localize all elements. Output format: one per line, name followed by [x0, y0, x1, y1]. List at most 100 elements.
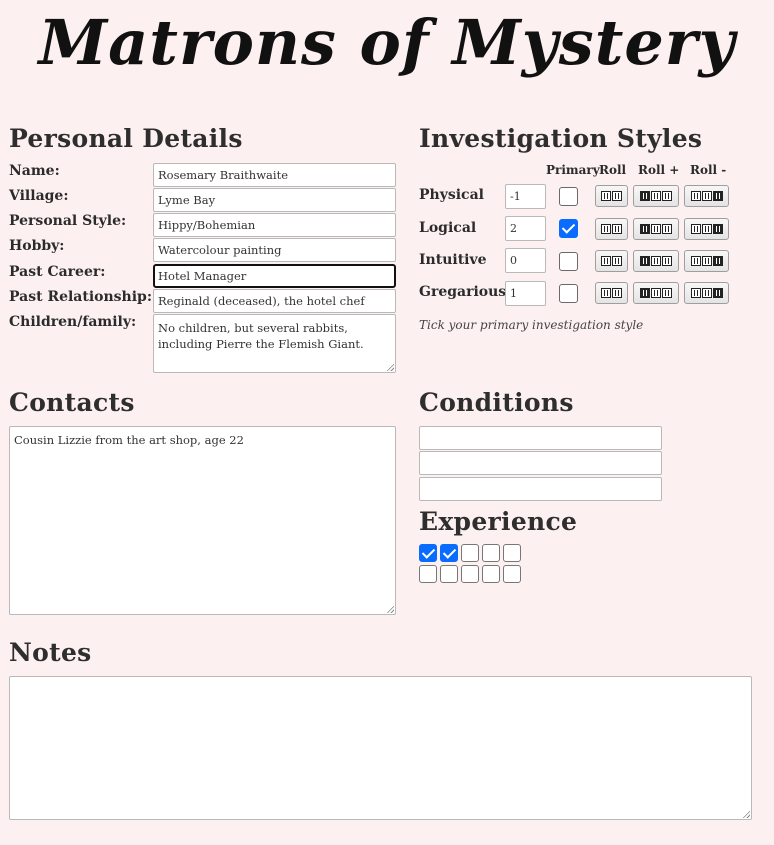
die-icon — [640, 191, 650, 201]
die-icon — [712, 256, 723, 266]
intuitive-roll-plus-button[interactable] — [633, 250, 679, 272]
gregarious-roll-minus-button[interactable] — [684, 282, 729, 304]
past-relationship-label: Past Relationship: — [9, 289, 153, 305]
die-icon — [701, 191, 712, 201]
experience-checkbox[interactable] — [440, 544, 458, 562]
die-icon — [690, 288, 701, 298]
intuitive-roll-minus-button[interactable] — [684, 250, 729, 272]
logical-roll-plus-button[interactable] — [633, 218, 679, 240]
die-icon — [651, 191, 661, 201]
gregarious-primary-checkbox[interactable] — [559, 284, 578, 303]
gregarious-label: Gregarious — [419, 284, 507, 300]
die-icon — [612, 191, 622, 201]
die-icon — [712, 191, 723, 201]
experience-heading: Experience — [419, 507, 578, 536]
condition-field[interactable] — [419, 477, 662, 501]
village-label: Village: — [9, 188, 69, 204]
experience-checkbox[interactable] — [482, 544, 500, 562]
die-icon — [601, 224, 611, 234]
physical-roll-button[interactable] — [595, 185, 628, 207]
contacts-textarea[interactable]: Cousin Lizzie from the art shop, age 22 — [9, 426, 396, 615]
die-icon — [640, 256, 650, 266]
experience-checkbox[interactable] — [503, 565, 521, 583]
die-icon — [662, 224, 672, 234]
resize-grip-icon[interactable] — [386, 363, 394, 371]
personal-details-heading: Personal Details — [9, 124, 243, 153]
experience-checkbox[interactable] — [419, 544, 437, 562]
logical-roll-button[interactable] — [595, 218, 628, 240]
logical-label: Logical — [419, 220, 477, 236]
physical-label: Physical — [419, 187, 484, 203]
experience-checkbox[interactable] — [440, 565, 458, 583]
die-icon — [640, 224, 650, 234]
physical-primary-checkbox[interactable] — [559, 187, 578, 206]
gregarious-roll-plus-button[interactable] — [633, 282, 679, 304]
past-relationship-field[interactable]: Reginald (deceased), the hotel chef — [153, 289, 396, 313]
intuitive-value-input[interactable]: 0 — [505, 248, 546, 273]
name-label: Name: — [9, 163, 60, 179]
children-family-textarea[interactable]: No children, but several rabbits, includ… — [153, 314, 396, 373]
hobby-label: Hobby: — [9, 238, 65, 254]
hobby-field[interactable]: Watercolour painting — [153, 238, 396, 262]
die-icon — [640, 288, 650, 298]
investigation-hint: Tick your primary investigation style — [419, 318, 644, 332]
resize-grip-icon[interactable] — [742, 810, 750, 818]
past-career-label: Past Career: — [9, 264, 106, 280]
die-icon — [612, 224, 622, 234]
roll-minus-column-header: Roll - — [690, 163, 727, 177]
die-icon — [651, 224, 661, 234]
intuitive-roll-button[interactable] — [595, 250, 628, 272]
intuitive-label: Intuitive — [419, 252, 487, 268]
die-icon — [701, 224, 712, 234]
die-icon — [701, 288, 712, 298]
roll-plus-column-header: Roll + — [638, 163, 680, 177]
die-icon — [651, 288, 661, 298]
experience-checkbox[interactable] — [461, 544, 479, 562]
village-field[interactable]: Lyme Bay — [153, 188, 396, 212]
past-career-field[interactable]: Hotel Manager — [153, 264, 396, 288]
physical-roll-plus-button[interactable] — [633, 185, 679, 207]
physical-value-input[interactable]: -1 — [505, 184, 546, 209]
die-icon — [601, 288, 611, 298]
investigation-styles-heading: Investigation Styles — [419, 124, 703, 153]
die-icon — [690, 256, 701, 266]
logical-primary-checkbox[interactable] — [559, 219, 578, 238]
page-title: Matrons of Mystery — [38, 6, 736, 79]
die-icon — [712, 224, 723, 234]
physical-roll-minus-button[interactable] — [684, 185, 729, 207]
die-icon — [662, 256, 672, 266]
notes-textarea[interactable] — [9, 676, 752, 820]
die-icon — [612, 256, 622, 266]
die-icon — [601, 191, 611, 201]
experience-checkbox[interactable] — [461, 565, 479, 583]
logical-roll-minus-button[interactable] — [684, 218, 729, 240]
die-icon — [690, 224, 701, 234]
experience-checkbox[interactable] — [482, 565, 500, 583]
contacts-text: Cousin Lizzie from the art shop, age 22 — [14, 433, 244, 447]
gregarious-value-input[interactable]: 1 — [505, 281, 546, 306]
die-icon — [651, 256, 661, 266]
die-icon — [612, 288, 622, 298]
personal-style-label: Personal Style: — [9, 213, 127, 229]
primary-column-header: Primary — [546, 163, 600, 177]
experience-checkbox[interactable] — [503, 544, 521, 562]
die-icon — [712, 288, 723, 298]
personal-style-field[interactable]: Hippy/Bohemian — [153, 213, 396, 237]
name-field[interactable]: Rosemary Braithwaite — [153, 163, 396, 187]
children-family-label: Children/family: — [9, 314, 137, 330]
notes-heading: Notes — [9, 638, 92, 667]
gregarious-roll-button[interactable] — [595, 282, 628, 304]
logical-value-input[interactable]: 2 — [505, 216, 546, 241]
die-icon — [601, 256, 611, 266]
conditions-heading: Conditions — [419, 388, 574, 417]
intuitive-primary-checkbox[interactable] — [559, 252, 578, 271]
condition-field[interactable] — [419, 426, 662, 450]
experience-checkbox[interactable] — [419, 565, 437, 583]
condition-field[interactable] — [419, 451, 662, 475]
die-icon — [662, 191, 672, 201]
children-family-text: No children, but several rabbits, includ… — [158, 321, 364, 351]
die-icon — [690, 191, 701, 201]
die-icon — [701, 256, 712, 266]
resize-grip-icon[interactable] — [386, 605, 394, 613]
contacts-heading: Contacts — [9, 388, 135, 417]
